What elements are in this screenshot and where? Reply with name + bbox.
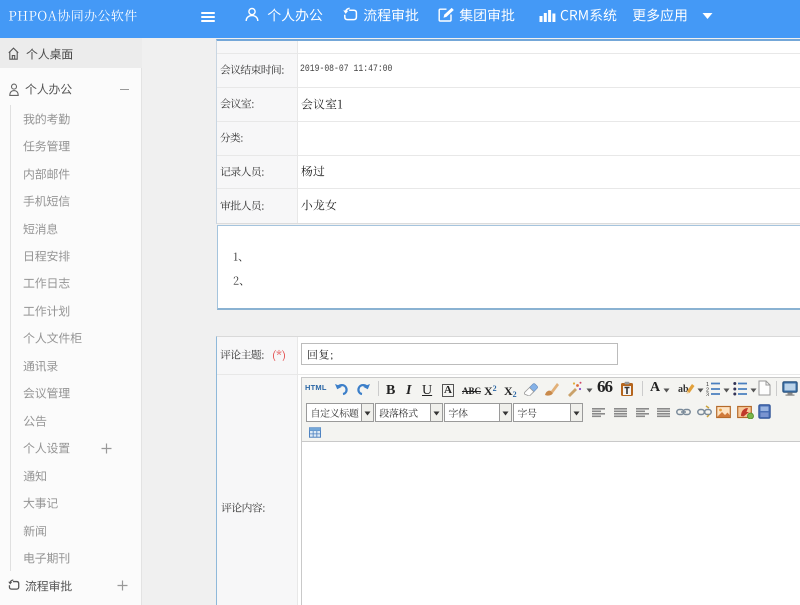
svg-text:3: 3 [706,393,709,397]
